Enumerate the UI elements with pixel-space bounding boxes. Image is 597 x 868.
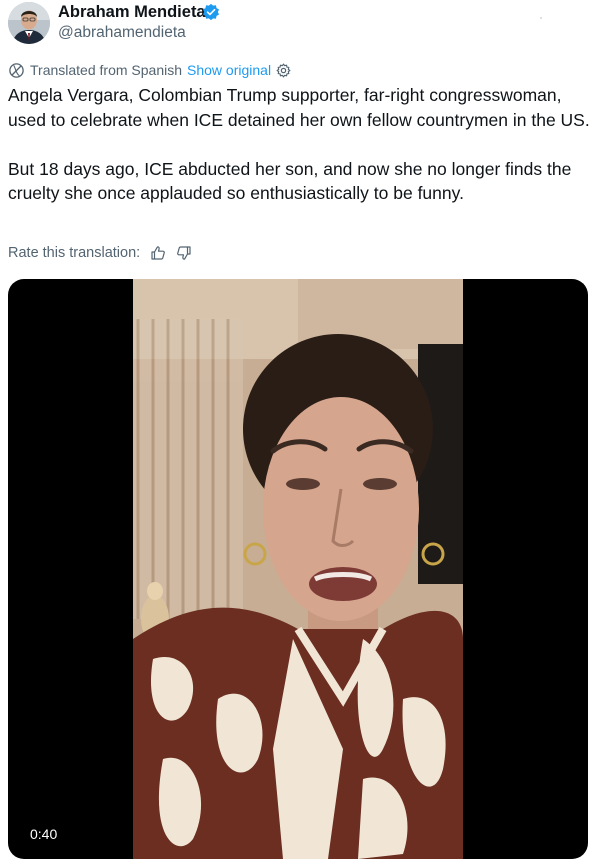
verified-badge-icon	[202, 3, 220, 21]
author-display-name[interactable]: Abraham Mendieta	[58, 3, 206, 22]
translated-from-label: Translated from Spanish	[30, 62, 182, 78]
thumbs-up-icon[interactable]	[150, 245, 166, 261]
rate-translation-row: Rate this translation:	[8, 243, 192, 263]
gear-icon[interactable]	[276, 63, 291, 78]
thumbs-down-icon[interactable]	[176, 245, 192, 261]
video-player[interactable]: 0:40	[8, 279, 588, 859]
tweet-paragraph: But 18 days ago, ICE abducted her son, a…	[8, 158, 572, 204]
tweet-text: Angela Vergara, Colombian Trump supporte…	[8, 83, 590, 206]
video-duration: 0:40	[24, 824, 64, 844]
video-thumbnail	[133, 279, 463, 859]
tweet-paragraph: Angela Vergara, Colombian Trump supporte…	[8, 85, 590, 130]
more-options-icon[interactable]	[540, 17, 542, 19]
avatar-image	[8, 2, 50, 44]
author-avatar[interactable]	[8, 2, 50, 44]
show-original-link[interactable]: Show original	[187, 62, 271, 78]
rate-translation-label: Rate this translation:	[8, 245, 141, 261]
translate-globe-icon	[9, 62, 24, 78]
translation-bar: Translated from Spanish Show original	[8, 60, 291, 80]
author-handle[interactable]: @abrahamendieta	[58, 24, 186, 42]
